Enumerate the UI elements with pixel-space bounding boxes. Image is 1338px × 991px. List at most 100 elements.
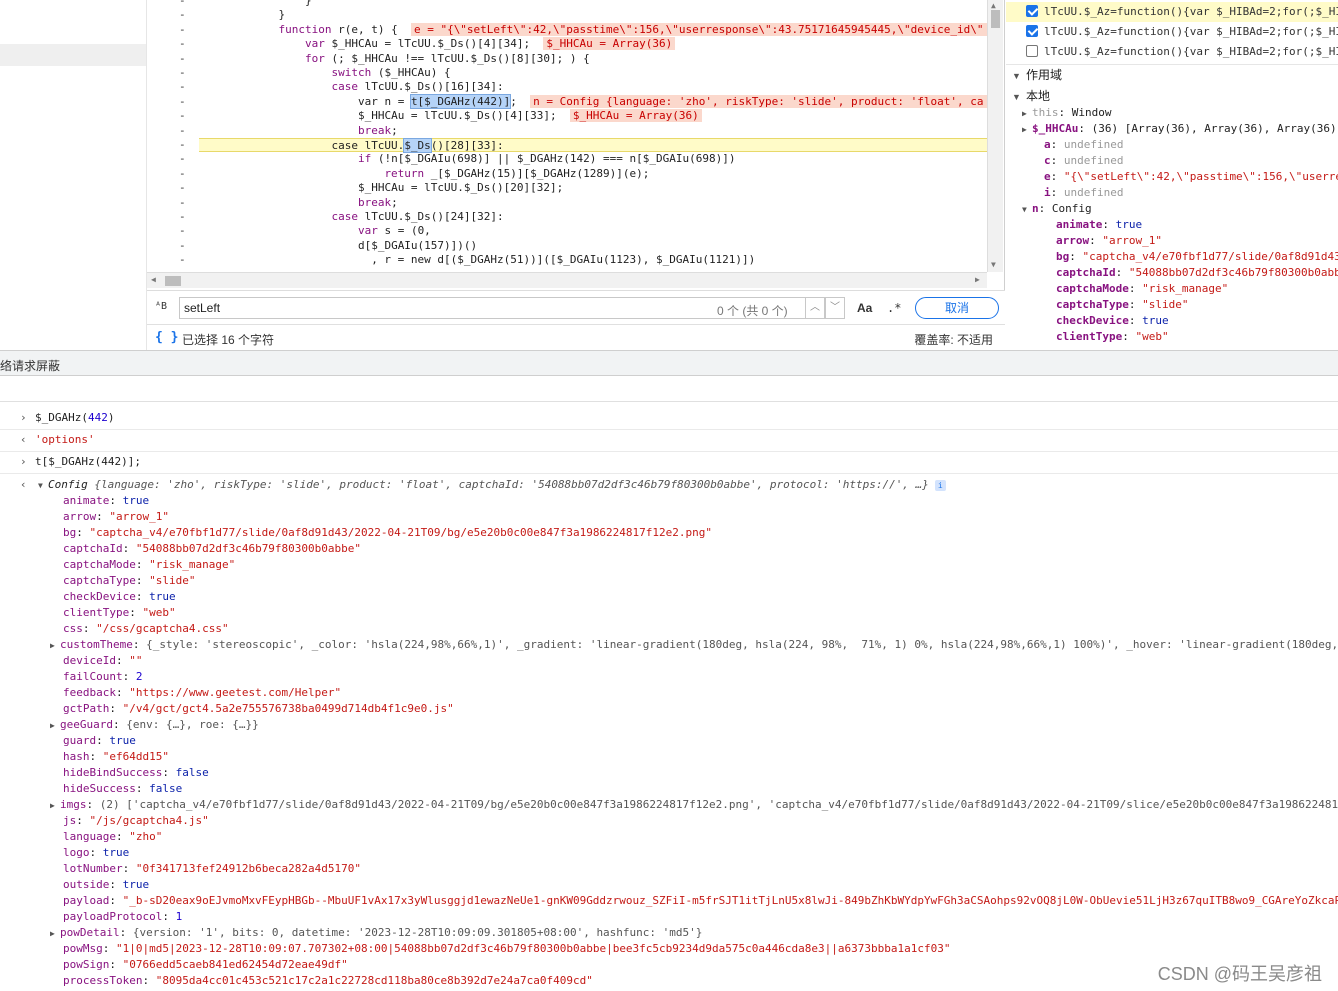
code-line[interactable]: , r = new d[($_DGAHz(51))]([$_DGAIu(1123… [199, 253, 755, 267]
breakpoint-item[interactable]: lTcUU.$_Az=function(){var $_HIBAd=2;for(… [1006, 42, 1338, 62]
scroll-left-icon[interactable]: ◀ [151, 275, 156, 284]
console-entry[interactable]: › $_DGAHz(442) [0, 410, 1338, 426]
console-property[interactable]: language: "zho" [63, 829, 162, 845]
console-property[interactable]: checkDevice: true [63, 589, 176, 605]
console-property[interactable]: captchaMode: "risk_manage" [63, 557, 235, 573]
scroll-up-icon[interactable]: ▲ [991, 1, 996, 10]
scope-section-header[interactable]: ▼ 作用域 [1006, 64, 1338, 84]
info-icon[interactable]: i [934, 480, 946, 491]
scope-variable[interactable]: i: undefined [1034, 185, 1123, 201]
console-property[interactable]: powSign: "0766edd5caeb841ed62454d72eae49… [63, 957, 348, 973]
console-property[interactable]: processToken: "8095da4cc01c453c521c17c2a… [63, 973, 593, 989]
scope-variable[interactable]: ▶ this: Window [1022, 105, 1112, 121]
console-property[interactable]: ▶ customTheme: {_style: 'stereoscopic', _… [50, 637, 1338, 653]
code-area[interactable]: } } function r(e, t) { e = "{\"setLeft\"… [199, 0, 987, 272]
drawer-tab-network-blocking[interactable]: 络请求屏蔽 [0, 357, 60, 374]
console-property[interactable]: ▶ geeGuard: {env: {…}, roe: {…}} [50, 717, 259, 733]
match-case-button[interactable]: Aa [857, 301, 872, 315]
scope-variable[interactable]: animate: true [1046, 217, 1142, 233]
code-line[interactable]: case lTcUU.$_Ds()[28][33]: [199, 138, 987, 153]
breakpoint-item[interactable]: lTcUU.$_Az=function(){var $_HIBAd=2;for(… [1006, 22, 1338, 42]
scope-variable[interactable]: ▶ $_HHCAu: (36) [Array(36), Array(36), Ar… [1022, 121, 1337, 137]
scrollbar-thumb[interactable] [991, 10, 1000, 28]
code-line[interactable]: var s = (0, [199, 224, 431, 238]
code-line[interactable]: case lTcUU.$_Ds()[16][34]: [199, 80, 503, 94]
pretty-print-icon[interactable]: { } [155, 330, 178, 345]
scope-variable[interactable]: clientType: "web" [1046, 329, 1169, 345]
console-property[interactable]: payload: "_b-sD20eax9oEJvmoMxvFEypHBGb--… [63, 893, 1338, 909]
replace-toggle-icon[interactable]: ᴬB [155, 301, 167, 312]
triangle-right-icon[interactable]: ▶ [50, 798, 60, 814]
console-property[interactable]: deviceId: "" [63, 653, 142, 669]
console-property[interactable]: hash: "ef64dd15" [63, 749, 169, 765]
hscrollbar-thumb[interactable] [165, 276, 181, 286]
code-line[interactable]: d[$_DGAIu(157)])() [199, 239, 477, 253]
console-property[interactable]: logo: true [63, 845, 129, 861]
local-scope-header[interactable]: ▼ 本地 [1006, 86, 1338, 106]
console-property[interactable]: js: "/js/gcaptcha4.js" [63, 813, 209, 829]
triangle-right-icon[interactable]: ▶ [1022, 122, 1032, 138]
code-line[interactable]: } [199, 0, 312, 8]
scope-variable[interactable]: captchaType: "slide" [1046, 297, 1188, 313]
code-line[interactable]: if (!n[$_DGAIu(698)] || $_DGAHz(142) ===… [199, 152, 736, 166]
breakpoint-checkbox[interactable] [1026, 25, 1038, 37]
scroll-right-icon[interactable]: ▶ [975, 275, 980, 284]
console-property[interactable]: arrow: "arrow_1" [63, 509, 169, 525]
console-entry[interactable]: ‹ 'options' [0, 432, 1338, 448]
console-property[interactable]: captchaId: "54088bb07d2df3c46b79f80300b0… [63, 541, 361, 557]
console-property[interactable]: payloadProtocol: 1 [63, 909, 182, 925]
console-property[interactable]: hideSuccess: false [63, 781, 182, 797]
console-property[interactable]: outside: true [63, 877, 149, 893]
code-line[interactable]: case lTcUU.$_Ds()[24][32]: [199, 210, 503, 224]
scope-variable[interactable]: ▼ n: Config [1022, 201, 1092, 217]
triangle-down-icon[interactable]: ▼ [1022, 202, 1032, 218]
console-property[interactable]: ▶ imgs: (2) ['captcha_v4/e70fbf1d77/slide… [50, 797, 1338, 813]
console-property[interactable]: gctPath: "/v4/gct/gct4.5a2e755576738ba04… [63, 701, 454, 717]
scope-variable[interactable]: checkDevice: true [1046, 313, 1169, 329]
scope-variable[interactable]: c: undefined [1034, 153, 1123, 169]
console-property[interactable]: powMsg: "1|0|md5|2023-12-28T10:09:07.707… [63, 941, 950, 957]
config-result-header[interactable]: ‹ ▼ Config {language: 'zho', riskType: 'sl… [0, 477, 1338, 493]
code-line[interactable]: break; [199, 196, 398, 210]
console-property[interactable]: ▶ powDetail: {version: '1', bits: 0, date… [50, 925, 702, 941]
scope-variable[interactable]: a: undefined [1034, 137, 1123, 153]
scope-variable[interactable]: bg: "captcha_v4/e70fbf1d77/slide/0af8d91… [1046, 249, 1338, 265]
breakpoint-checkbox[interactable] [1026, 45, 1038, 57]
triangle-right-icon[interactable]: ▶ [50, 718, 60, 734]
next-match-button[interactable]: ﹀ [825, 297, 845, 319]
scope-variable[interactable]: captchaId: "54088bb07d2df3c46b79f80300b0… [1046, 265, 1338, 281]
triangle-right-icon[interactable]: ▶ [50, 638, 60, 654]
console-property[interactable]: bg: "captcha_v4/e70fbf1d77/slide/0af8d91… [63, 525, 712, 541]
console-entry[interactable]: › t[$_DGAHz(442)]; [0, 454, 1338, 470]
vertical-scrollbar[interactable]: ▲ ▼ [987, 0, 1003, 272]
code-line[interactable]: function r(e, t) { e = "{\"setLeft\":42,… [199, 22, 987, 37]
code-line[interactable]: break; [199, 124, 398, 138]
horizontal-scrollbar[interactable]: ◀ ▶ [147, 272, 987, 288]
triangle-right-icon[interactable]: ▶ [1022, 106, 1032, 122]
regex-button[interactable]: .* [887, 301, 901, 315]
console-property[interactable]: css: "/css/gcaptcha4.css" [63, 621, 229, 637]
console-property[interactable]: guard: true [63, 733, 136, 749]
scope-variable[interactable]: e: "{\"setLeft\":42,\"passtime\":156,\"u… [1034, 169, 1338, 185]
code-line[interactable]: switch ($_HHCAu) { [199, 66, 450, 80]
breakpoint-item[interactable]: lTcUU.$_Az=function(){var $_HIBAd=2;for(… [1006, 2, 1338, 22]
console-property[interactable]: failCount: 2 [63, 669, 142, 685]
cancel-button[interactable]: 取消 [915, 297, 999, 319]
code-line[interactable]: } [199, 8, 285, 22]
code-line[interactable]: $_HHCAu = lTcUU.$_Ds()[4][33]; $_HHCAu =… [199, 109, 702, 123]
console-property[interactable]: animate: true [63, 493, 149, 509]
selected-file-row[interactable] [0, 44, 146, 66]
triangle-down-icon[interactable]: ▼ [38, 478, 48, 494]
code-line[interactable]: var $_HHCAu = lTcUU.$_Ds()[4][34]; $_HHC… [199, 37, 676, 51]
scope-variable[interactable]: arrow: "arrow_1" [1046, 233, 1162, 249]
console-property[interactable]: captchaType: "slide" [63, 573, 195, 589]
code-line[interactable]: return _[$_DGAHz(15)][$_DGAHz(1289)](e); [199, 167, 649, 181]
console-property[interactable]: lotNumber: "0f341713fef24912b6beca282a4d… [63, 861, 361, 877]
previous-match-button[interactable]: ︿ [805, 297, 825, 319]
console-property[interactable]: feedback: "https://www.geetest.com/Helpe… [63, 685, 341, 701]
breakpoint-checkbox[interactable] [1026, 5, 1038, 17]
scroll-down-icon[interactable]: ▼ [991, 260, 996, 269]
triangle-right-icon[interactable]: ▶ [50, 926, 60, 942]
code-line[interactable]: $_HHCAu = lTcUU.$_Ds()[20][32]; [199, 181, 563, 195]
console-property[interactable]: clientType: "web" [63, 605, 176, 621]
